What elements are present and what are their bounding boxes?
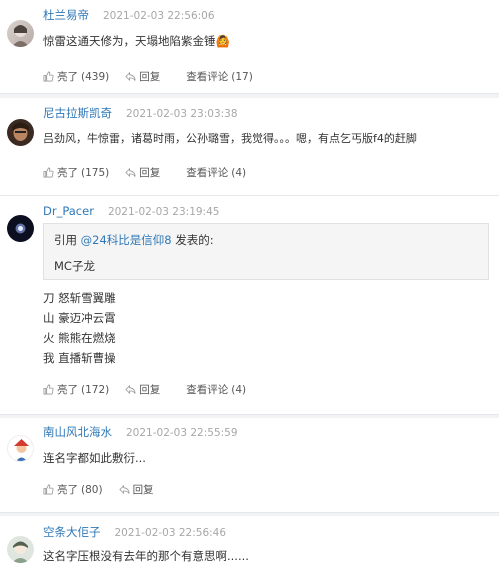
poem-line-3: 火 熊熊在燃烧 xyxy=(43,331,116,345)
timestamp: 2021-02-03 22:56:06 xyxy=(103,10,215,22)
reply-button[interactable]: 回复 xyxy=(125,69,160,84)
comment-actions: 亮了 (80) 回复 xyxy=(43,482,170,497)
view-replies-button[interactable]: 查看评论 (4) xyxy=(186,165,246,180)
emoji-icon: 🙆 xyxy=(215,34,230,48)
like-count: (80) xyxy=(81,483,103,496)
avatar[interactable] xyxy=(7,435,34,462)
username[interactable]: 杜兰易帝 xyxy=(43,7,89,23)
like-label: 亮了 xyxy=(57,71,78,83)
thumbs-up-icon xyxy=(43,384,54,395)
timestamp: 2021-02-03 23:03:38 xyxy=(126,108,238,120)
username[interactable]: 南山风北海水 xyxy=(43,424,112,440)
reply-button[interactable]: 回复 xyxy=(125,165,160,180)
like-label: 亮了 xyxy=(57,167,78,179)
timestamp: 2021-02-03 22:55:59 xyxy=(126,427,238,439)
reply-arrow-icon xyxy=(125,71,136,82)
comment-4: 南山风北海水 2021-02-03 22:55:59 连名字都如此敷衍... 亮… xyxy=(0,418,499,513)
thumbs-up-icon xyxy=(43,167,54,178)
username[interactable]: 空条大佢子 xyxy=(43,524,101,540)
reply-button[interactable]: 回复 xyxy=(125,382,160,397)
comment-text: 连名字都如此敷衍... xyxy=(43,451,146,465)
comment-text: 这名字压根没有去年的那个有意思啊...... xyxy=(43,549,249,563)
comment-body: 惊雷这通天修为，天塌地陷紫金锤🙆 xyxy=(43,31,489,51)
reply-arrow-icon xyxy=(125,384,136,395)
reply-count: (4) xyxy=(231,383,247,396)
view-replies-button[interactable]: 查看评论 (4) xyxy=(186,382,246,397)
quote-prefix: 引用 xyxy=(54,233,81,247)
comment-body: 刀 怒斩雪翼雕 山 豪迈冲云霄 火 熊熊在燃烧 我 直播斩曹操 xyxy=(43,288,489,368)
like-count: (439) xyxy=(81,70,110,83)
quote-user-link[interactable]: @24科比是信仰8 xyxy=(81,233,172,247)
reply-label: 回复 xyxy=(139,167,161,179)
username[interactable]: Dr_Pacer xyxy=(43,204,94,218)
comment-text: 吕劲风，牛惊雷，诸葛时雨，公孙璐雪，我觉得。。。嗯，有点乞丐版f4的赶脚 xyxy=(43,132,417,145)
comment-actions: 亮了 (439) 回复 查看评论 (17) xyxy=(43,69,269,84)
reply-button[interactable]: 回复 xyxy=(118,482,154,497)
username[interactable]: 尼古拉斯凯奇 xyxy=(43,105,112,121)
quote-block: 引用 @24科比是信仰8 发表的: MC子龙 xyxy=(43,223,489,280)
view-replies-label: 查看评论 xyxy=(186,384,229,396)
poem-line-2: 山 豪迈冲云霄 xyxy=(43,311,116,325)
view-replies-label: 查看评论 xyxy=(186,167,229,179)
timestamp: 2021-02-03 22:56:46 xyxy=(114,527,227,539)
like-count: (175) xyxy=(81,166,110,179)
avatar[interactable] xyxy=(7,536,34,563)
avatar[interactable] xyxy=(7,20,34,47)
reply-label: 回复 xyxy=(139,71,161,83)
comment-2: 尼古拉斯凯奇 2021-02-03 23:03:38 吕劲风，牛惊雷，诸葛时雨，… xyxy=(0,98,499,196)
poem-line-1: 刀 怒斩雪翼雕 xyxy=(43,291,116,305)
comment-actions: 亮了 (172) 回复 查看评论 (4) xyxy=(43,382,262,397)
comment-text: 惊雷这通天修为，天塌地陷紫金锤 xyxy=(43,34,216,48)
avatar[interactable] xyxy=(7,119,34,146)
poem-line-4: 我 直播斩曹操 xyxy=(43,351,116,365)
reply-count: (17) xyxy=(231,70,253,83)
view-replies-label: 查看评论 xyxy=(186,71,229,83)
comment-3: Dr_Pacer 2021-02-03 23:19:45 引用 @24科比是信仰… xyxy=(0,196,499,415)
thumbs-up-icon xyxy=(43,484,54,495)
reply-arrow-icon xyxy=(118,484,130,495)
reply-label: 回复 xyxy=(139,384,161,396)
reply-label: 回复 xyxy=(132,484,154,496)
avatar[interactable] xyxy=(7,215,34,242)
quote-suffix: 发表的: xyxy=(171,233,214,247)
comment-actions: 亮了 (175) 回复 查看评论 (4) xyxy=(43,165,262,180)
like-button[interactable]: 亮了 (175) xyxy=(43,165,109,180)
reply-count: (4) xyxy=(231,166,247,179)
thumbs-up-icon xyxy=(43,71,54,82)
reply-arrow-icon xyxy=(125,167,136,178)
like-button[interactable]: 亮了 (172) xyxy=(43,382,109,397)
view-replies-button[interactable]: 查看评论 (17) xyxy=(186,69,253,84)
comment-1: 杜兰易帝 2021-02-03 22:56:06 惊雷这通天修为，天塌地陷紫金锤… xyxy=(0,0,499,94)
quote-text: MC子龙 xyxy=(54,259,95,273)
like-label: 亮了 xyxy=(57,484,78,496)
timestamp: 2021-02-03 23:19:45 xyxy=(107,206,220,218)
quote-reference: 引用 @24科比是信仰8 发表的: xyxy=(54,232,478,248)
like-button[interactable]: 亮了 (80) xyxy=(43,482,103,497)
like-label: 亮了 xyxy=(57,384,78,396)
comment-5: 空条大佢子 2021-02-03 22:56:46 这名字压根没有去年的那个有意… xyxy=(0,516,499,576)
like-button[interactable]: 亮了 (439) xyxy=(43,69,109,84)
like-count: (172) xyxy=(81,383,110,396)
